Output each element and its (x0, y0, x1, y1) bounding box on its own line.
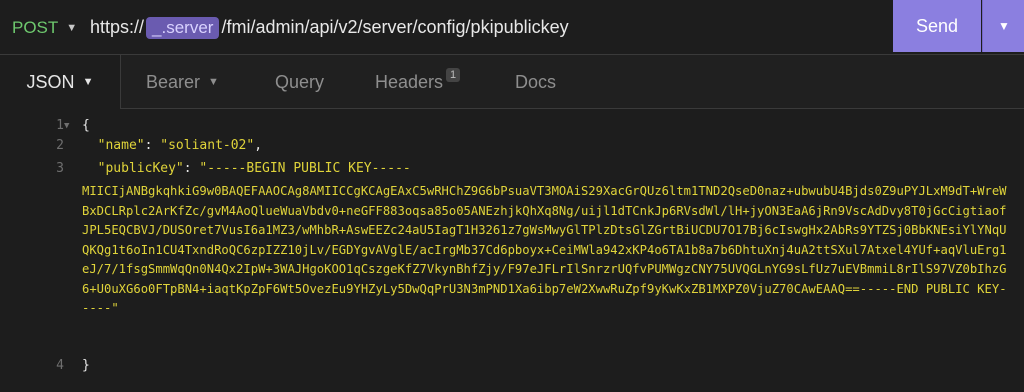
tab-docs-label: Docs (515, 71, 557, 92)
code-line: 3 "publicKey": "-----BEGIN PUBLIC KEY---… (0, 160, 1024, 178)
chevron-down-icon: ▼ (66, 21, 78, 34)
chevron-down-icon: ▼ (998, 19, 1010, 33)
chevron-down-icon: ▼ (208, 76, 219, 88)
code-line: 2 "name": "soliant-02", (0, 137, 1024, 155)
send-button[interactable]: Send (893, 0, 981, 52)
publickey-value-body: MIICIjANBgkqhkiG9w0BAQEFAAOCAg8AMIICCgKC… (82, 182, 1012, 319)
method-label: POST (12, 17, 59, 37)
json-body-editor[interactable]: 1 ▼ { 2 "name": "soliant-02", 3 "publicK… (0, 110, 1024, 392)
name-key: "name" (97, 138, 145, 153)
code-line: 1 ▼ { (0, 117, 1024, 135)
line-number: 3 (56, 161, 64, 176)
tab-json-label: JSON (26, 71, 75, 92)
tab-headers[interactable]: Headers 1 (375, 55, 461, 109)
chevron-down-icon: ▼ (82, 76, 94, 88)
tab-query-label: Query (275, 71, 325, 92)
publickey-body: MIICIjANBgkqhkiG9w0BAQEFAAOCAg8AMIICCgKC… (82, 184, 1007, 296)
method-dropdown[interactable]: POST ▼ (12, 0, 77, 55)
name-entry: "name": "soliant-02", (97, 138, 263, 153)
send-options-button[interactable]: ▼ (982, 0, 1024, 52)
publickey-entry: "publicKey": "-----BEGIN PUBLIC KEY----- (97, 161, 411, 176)
url-prefix: https:// (90, 17, 145, 37)
env-variable-chip[interactable]: _.server (146, 16, 220, 39)
tab-headers-label: Headers (375, 71, 444, 92)
publickey-value-start: "-----BEGIN PUBLIC KEY----- (199, 161, 411, 176)
request-tabs: JSON ▼ Bearer ▼ Query Headers 1 Docs (0, 55, 1024, 109)
tab-query[interactable]: Query (275, 55, 324, 109)
tab-json[interactable]: JSON ▼ (0, 55, 121, 109)
code-line: 4 } (0, 357, 1024, 375)
publickey-key: "publicKey" (97, 161, 184, 176)
tab-bearer-label: Bearer (146, 71, 201, 92)
close-brace: } (82, 358, 90, 373)
url-path: /fmi/admin/api/v2/server/config/pkipubli… (221, 17, 569, 37)
open-brace: { (82, 118, 90, 133)
line-number: 4 (56, 358, 64, 373)
tab-bearer[interactable]: Bearer ▼ (146, 55, 219, 109)
url-bar: POST ▼ https:// _.server /fmi/admin/api/… (0, 0, 1024, 55)
tab-docs[interactable]: Docs (515, 55, 556, 109)
request-editor-window: POST ▼ https:// _.server /fmi/admin/api/… (0, 0, 1024, 392)
headers-count-badge: 1 (446, 68, 461, 82)
line-number: 2 (56, 138, 64, 153)
fold-toggle-icon[interactable]: ▼ (64, 117, 76, 135)
line-number: 1 (56, 118, 64, 133)
url-input[interactable]: https:// _.server /fmi/admin/api/v2/serv… (90, 0, 569, 55)
name-value: "soliant-02" (160, 138, 255, 153)
